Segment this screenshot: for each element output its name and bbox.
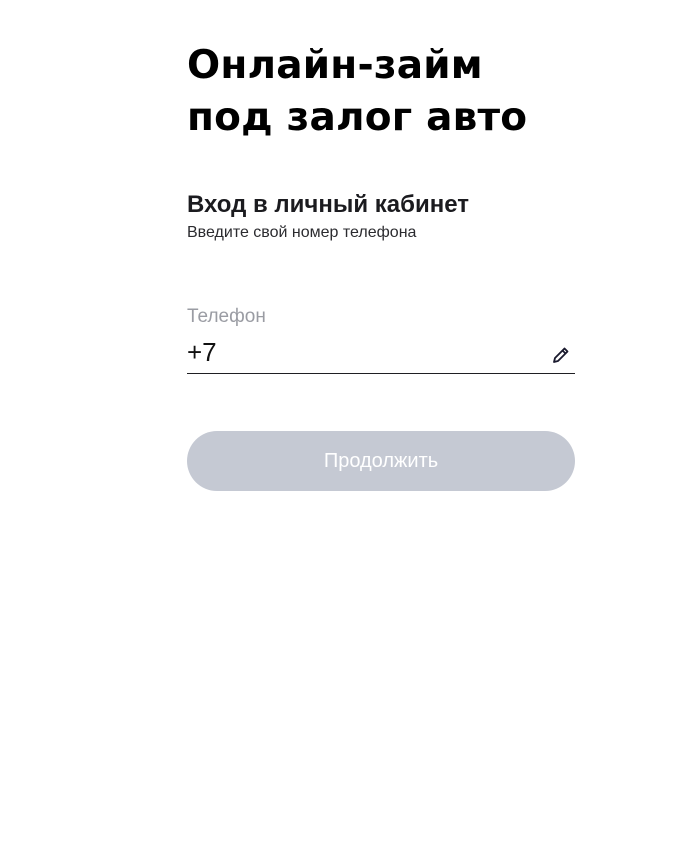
continue-button[interactable]: Продолжить — [187, 431, 575, 491]
page-title-line-2: под залог авто — [187, 95, 528, 140]
login-form-container: Онлайн-займ под залог авто Вход в личный… — [187, 40, 575, 491]
phone-input[interactable] — [187, 335, 527, 369]
login-section-subtitle: Введите свой номер телефона — [187, 224, 417, 241]
pencil-icon[interactable] — [551, 345, 571, 365]
phone-field-label: Телефон — [187, 306, 266, 327]
page-title-line-1: Онлайн-займ — [187, 43, 483, 88]
pencil-icon-svg — [553, 347, 569, 363]
page-title: Онлайн-займ под залог авто — [187, 40, 575, 144]
phone-field: Телефон — [187, 305, 575, 374]
login-section-title: Вход в личный кабинет — [187, 191, 469, 218]
phone-field-row — [187, 335, 575, 374]
